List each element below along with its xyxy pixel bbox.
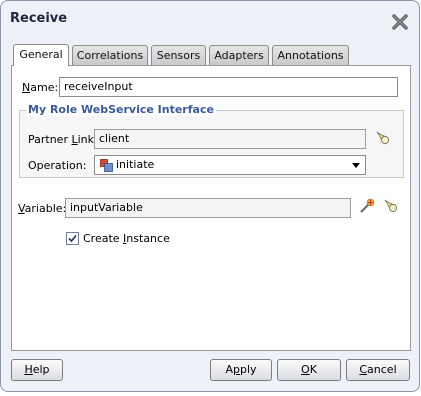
operation-value: initiate xyxy=(116,158,155,171)
general-panel: Name: receiveInput My Role WebService In… xyxy=(11,65,411,351)
chevron-down-icon xyxy=(352,163,360,168)
variable-label: Variable: xyxy=(18,202,67,215)
tab-adapters[interactable]: Adapters xyxy=(209,45,269,65)
name-field[interactable]: receiveInput xyxy=(59,77,398,97)
tab-general[interactable]: General xyxy=(13,44,69,66)
partner-link-label: Partner Link: xyxy=(28,133,98,146)
title-bar: Receive xyxy=(1,1,419,41)
dialog-title: Receive xyxy=(10,11,68,26)
tab-correlations[interactable]: Correlations xyxy=(72,45,148,65)
receive-dialog: Receive General Correlations Sensors Ada… xyxy=(0,0,420,392)
flashlight-icon[interactable] xyxy=(374,129,392,147)
close-icon[interactable] xyxy=(391,13,409,31)
create-instance-checkbox[interactable] xyxy=(66,232,79,245)
operation-select[interactable]: initiate xyxy=(94,155,366,175)
flashlight-icon[interactable] xyxy=(382,197,400,215)
apply-button[interactable]: Apply xyxy=(210,359,272,381)
tab-sensors[interactable]: Sensors xyxy=(151,45,206,65)
cancel-button[interactable]: Cancel xyxy=(346,359,410,381)
variable-field[interactable]: inputVariable xyxy=(65,198,351,218)
create-instance-label: Create Instance xyxy=(83,232,170,245)
name-label: Name: xyxy=(22,81,59,94)
operation-icon xyxy=(100,159,113,172)
operation-label: Operation: xyxy=(28,159,87,172)
tab-annotations[interactable]: Annotations xyxy=(272,45,349,65)
create-variable-icon[interactable] xyxy=(358,197,376,215)
ok-button[interactable]: OK xyxy=(277,359,341,381)
checkmark-icon xyxy=(68,234,77,243)
partner-link-field[interactable]: client xyxy=(94,129,366,149)
group-title: My Role WebService Interface xyxy=(26,103,216,116)
help-button[interactable]: Help xyxy=(11,359,63,381)
